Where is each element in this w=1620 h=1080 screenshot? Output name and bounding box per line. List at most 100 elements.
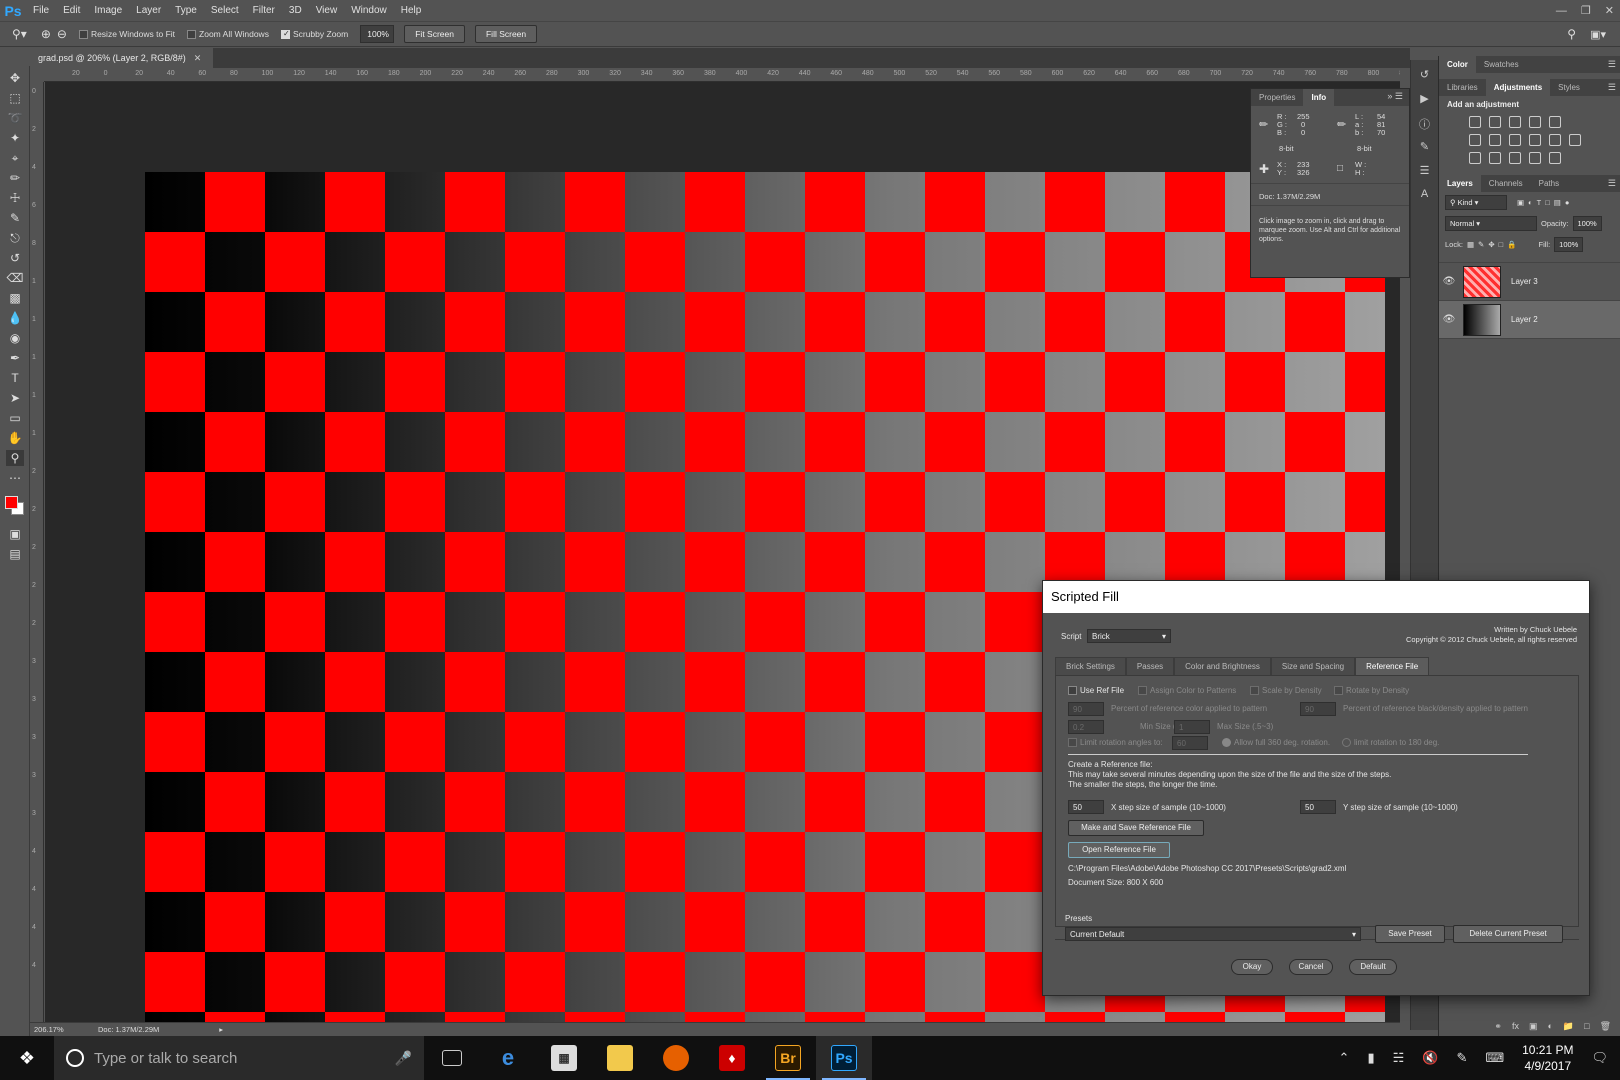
menu-layer[interactable]: Layer [129, 0, 168, 21]
bridge-icon[interactable]: Br [760, 1036, 816, 1080]
actions-icon[interactable]: ▶ [1416, 92, 1434, 108]
photo-filter-adjustment-icon[interactable] [1529, 134, 1541, 146]
menu-file[interactable]: File [26, 0, 56, 21]
new-adjustment-icon[interactable]: ◐ [1547, 1021, 1552, 1032]
resize-windows-checkbox[interactable]: Resize Windows to Fit [78, 29, 175, 39]
adjustment-sliders-icon[interactable]: ☰ [1416, 164, 1434, 180]
stamp-tool-icon[interactable]: ⎋ [6, 230, 24, 246]
threshold-adjustment-icon[interactable] [1509, 152, 1521, 164]
filter-pixel-icon[interactable]: ▣ [1517, 198, 1524, 207]
delete-layer-icon[interactable]: 🗑 [1600, 1021, 1611, 1032]
scale-density-checkbox[interactable] [1250, 686, 1259, 695]
marquee-tool-icon[interactable]: ⬚ [6, 90, 24, 106]
scrubby-zoom-checkbox[interactable]: Scrubby Zoom [280, 29, 348, 39]
tab-paths[interactable]: Paths [1531, 175, 1567, 192]
gradient-tool-icon[interactable]: ▩ [6, 290, 24, 306]
opacity-input[interactable]: 100% [1572, 216, 1602, 231]
rotate-density-checkbox[interactable] [1334, 686, 1343, 695]
battery-icon[interactable]: ▮ [1367, 1050, 1374, 1066]
pct-ref-color-input[interactable]: 90 [1068, 702, 1104, 716]
zoom-out-icon[interactable]: ⊖ [57, 27, 67, 41]
tab-properties[interactable]: Properties [1251, 89, 1303, 106]
dodge-tool-icon[interactable]: ◉ [6, 330, 24, 346]
preset-select[interactable]: Current Default ▾ [1065, 927, 1361, 941]
type-tool-icon[interactable]: T [6, 370, 24, 386]
delete-preset-button[interactable]: Delete Current Preset [1453, 925, 1563, 943]
max-size-input[interactable]: 1 [1174, 720, 1210, 734]
zoom-level-input[interactable]: 100% [360, 25, 395, 43]
tab-passes[interactable]: Passes [1125, 657, 1175, 675]
status-menu-arrow-icon[interactable]: ▸ [219, 1025, 223, 1034]
filter-toggle-icon[interactable]: ● [1565, 198, 1570, 207]
history-icon[interactable]: ↺ [1416, 68, 1434, 84]
workspace-icon[interactable]: ▣▾ [1590, 28, 1606, 41]
foreground-color-swatch[interactable] [5, 496, 18, 509]
pct-ref-black-input[interactable]: 90 [1300, 702, 1336, 716]
restore-icon[interactable]: ❐ [1581, 4, 1591, 17]
wifi-icon[interactable]: ☵ [1393, 1050, 1405, 1066]
menu-image[interactable]: Image [87, 0, 129, 21]
tab-libraries[interactable]: Libraries [1439, 79, 1486, 96]
notification-center-icon[interactable]: 🗨 [1591, 1050, 1608, 1066]
limit-rotation-input[interactable]: 60 [1172, 736, 1208, 750]
menu-filter[interactable]: Filter [246, 0, 282, 21]
allow-full-rotation-radio[interactable] [1222, 738, 1231, 747]
more-tools-icon[interactable]: ⋯ [6, 470, 24, 486]
min-size-input[interactable]: 0.2 [1068, 720, 1104, 734]
layer-row-layer-2[interactable]: 👁 Layer 2 [1439, 301, 1620, 339]
color-lookup-adjustment-icon[interactable] [1569, 134, 1581, 146]
black-white-adjustment-icon[interactable] [1509, 134, 1521, 146]
y-step-input[interactable]: 50 [1300, 800, 1336, 814]
checkbox-box[interactable] [280, 29, 290, 39]
link-layers-icon[interactable]: ⚭ [1494, 1021, 1502, 1032]
photoshop-taskbar-icon[interactable]: Ps [816, 1036, 872, 1080]
color-balance-adjustment-icon[interactable] [1489, 134, 1501, 146]
posterize-adjustment-icon[interactable] [1489, 152, 1501, 164]
layer-kind-filter[interactable]: ⚲ Kind ▾ [1445, 195, 1507, 210]
edge-browser-icon[interactable]: e [480, 1036, 536, 1080]
lock-image-icon[interactable]: ✎ [1478, 240, 1484, 249]
firefox-icon[interactable] [648, 1036, 704, 1080]
exposure-adjustment-icon[interactable] [1529, 116, 1541, 128]
hue-saturation-adjustment-icon[interactable] [1469, 134, 1481, 146]
panel-menu-icon[interactable]: ☰ [1608, 178, 1616, 189]
new-group-icon[interactable]: 📁 [1563, 1021, 1574, 1032]
tab-swatches[interactable]: Swatches [1476, 56, 1527, 73]
quick-mask-icon[interactable]: ▣ [6, 526, 24, 542]
tab-layers[interactable]: Layers [1439, 175, 1481, 192]
path-selection-tool-icon[interactable]: ➤ [6, 390, 24, 406]
pen-tool-icon[interactable]: ✒ [6, 350, 24, 366]
use-ref-file-checkbox[interactable] [1068, 686, 1077, 695]
menu-edit[interactable]: Edit [56, 0, 87, 21]
lasso-tool-icon[interactable]: ➰ [6, 110, 24, 126]
tab-color-brightness[interactable]: Color and Brightness [1174, 657, 1271, 675]
task-view-icon[interactable] [424, 1036, 480, 1080]
document-tab[interactable]: grad.psd @ 206% (Layer 2, RGB/8#) ✕ [30, 48, 215, 68]
filter-adjustment-icon[interactable]: ◐ [1528, 198, 1533, 207]
tab-size-spacing[interactable]: Size and Spacing [1270, 657, 1356, 675]
visibility-eye-icon[interactable]: 👁 [1439, 314, 1459, 325]
panel-menu-icon[interactable]: ☰ [1608, 82, 1616, 93]
store-icon[interactable]: ▦ [536, 1036, 592, 1080]
lock-artboard-icon[interactable]: □ [1499, 240, 1504, 249]
brightness-adjustment-icon[interactable] [1469, 116, 1481, 128]
save-preset-button[interactable]: Save Preset [1375, 925, 1445, 943]
assign-color-checkbox[interactable] [1138, 686, 1147, 695]
limit-rotation-checkbox[interactable] [1068, 738, 1077, 747]
layer-style-icon[interactable]: fx [1512, 1021, 1519, 1032]
menu-3d[interactable]: 3D [282, 0, 309, 21]
tab-adjustments[interactable]: Adjustments [1485, 79, 1551, 96]
clock[interactable]: 10:21 PM 4/9/2017 [1522, 1042, 1573, 1074]
tab-brick-settings[interactable]: Brick Settings [1055, 657, 1126, 675]
channel-mixer-adjustment-icon[interactable] [1549, 134, 1561, 146]
search-icon[interactable]: ⚲ [1567, 27, 1576, 41]
close-tab-icon[interactable]: ✕ [194, 53, 202, 63]
blur-tool-icon[interactable]: 💧 [6, 310, 24, 326]
gradient-map-adjustment-icon[interactable] [1529, 152, 1541, 164]
zoom-in-icon[interactable]: ⊕ [41, 27, 51, 41]
fill-input[interactable]: 100% [1554, 237, 1584, 252]
zoom-percentage[interactable]: 206.17% [30, 1025, 90, 1034]
show-hidden-icons-icon[interactable]: ⌃ [1339, 1050, 1350, 1066]
checkbox-box[interactable] [78, 29, 88, 39]
selective-color-adjustment-icon[interactable] [1549, 152, 1561, 164]
